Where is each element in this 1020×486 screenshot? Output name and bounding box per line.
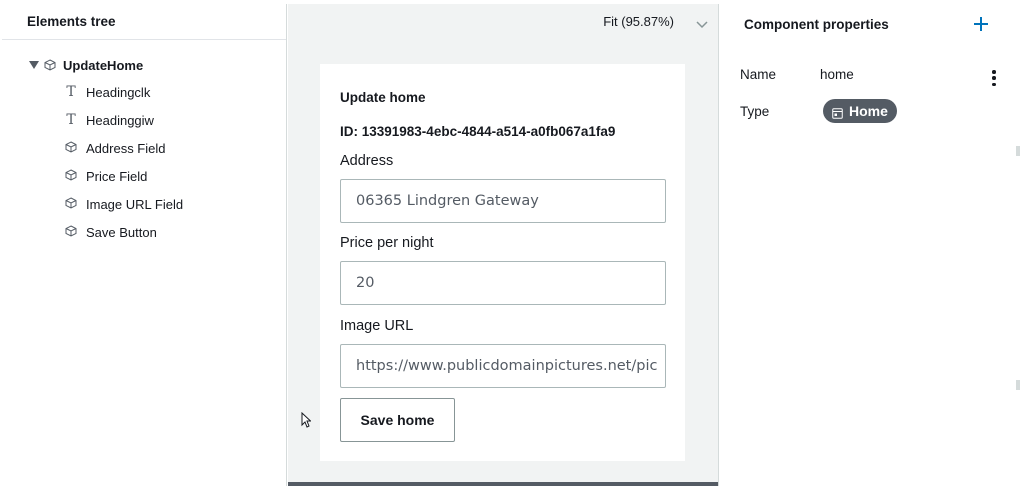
component-properties-title: Component properties <box>744 17 889 32</box>
tree-node-label: Headinggiw <box>86 112 154 128</box>
tree-node-label: UpdateHome <box>63 57 144 73</box>
address-field[interactable]: 06365 Lindgren Gateway <box>340 179 666 223</box>
form-id-text: ID: 13391983-4ebc-4844-a514-a0fb067a1fa9 <box>340 124 616 139</box>
image-url-field[interactable]: https://www.publicdomainpictures.net/pic <box>340 344 666 388</box>
image-url-label: Image URL <box>340 318 414 334</box>
tree-node-label: Save Button <box>86 224 157 240</box>
text-icon: T <box>66 84 76 100</box>
elements-tree-title: Elements tree <box>2 4 286 40</box>
canvas-scrollbar[interactable] <box>288 482 718 486</box>
component-icon <box>832 106 843 119</box>
tree-node-label: Price Field <box>86 168 148 184</box>
scroll-marker <box>1016 146 1020 156</box>
caret-down-icon[interactable] <box>29 61 39 69</box>
tree-node-image-url-field[interactable]: Image URL Field <box>64 195 183 213</box>
component-properties-panel: Component properties Name home Type Home <box>718 4 1020 486</box>
zoom-control[interactable]: Fit (95.87%) <box>603 14 708 29</box>
mouse-cursor-icon <box>301 411 312 428</box>
cube-icon <box>64 196 78 212</box>
name-label: Name <box>740 67 777 82</box>
tree-node-label: Address Field <box>86 140 166 156</box>
chevron-down-icon[interactable] <box>696 17 708 28</box>
cube-icon <box>64 224 78 240</box>
scroll-marker <box>1016 380 1020 390</box>
save-home-button[interactable]: Save home <box>340 398 455 442</box>
design-canvas[interactable]: Fit (95.87%) Update home ID: 13391983-4e… <box>288 4 718 484</box>
cube-icon <box>64 168 78 184</box>
tree-node-headinggiw[interactable]: T Headinggiw <box>64 111 154 129</box>
elements-tree-panel: Elements tree UpdateHome T Headingclk T … <box>2 4 287 486</box>
tree-node-address-field[interactable]: Address Field <box>64 139 165 157</box>
tree-node-save-button[interactable]: Save Button <box>64 223 157 241</box>
tree-node-price-field[interactable]: Price Field <box>64 167 147 185</box>
type-badge[interactable]: Home <box>823 99 897 123</box>
update-home-form: Update home ID: 13391983-4ebc-4844-a514-… <box>320 64 685 461</box>
tree-node-headingclk[interactable]: T Headingclk <box>64 83 150 101</box>
price-field[interactable]: 20 <box>340 261 666 305</box>
cube-icon <box>64 140 78 156</box>
price-label: Price per night <box>340 235 434 251</box>
zoom-label: Fit (95.87%) <box>603 14 674 29</box>
tree-node-updatehome[interactable]: UpdateHome <box>29 56 143 74</box>
add-icon[interactable] <box>971 14 991 34</box>
name-value: home <box>820 67 854 82</box>
form-title: Update home <box>340 90 426 105</box>
cube-icon <box>44 59 56 71</box>
tree-node-label: Headingclk <box>86 84 151 100</box>
type-label: Type <box>740 104 770 119</box>
address-label: Address <box>340 153 394 169</box>
tree-node-label: Image URL Field <box>86 196 184 212</box>
text-icon: T <box>66 112 76 128</box>
type-value: Home <box>849 103 888 119</box>
more-options-icon[interactable] <box>991 68 997 88</box>
